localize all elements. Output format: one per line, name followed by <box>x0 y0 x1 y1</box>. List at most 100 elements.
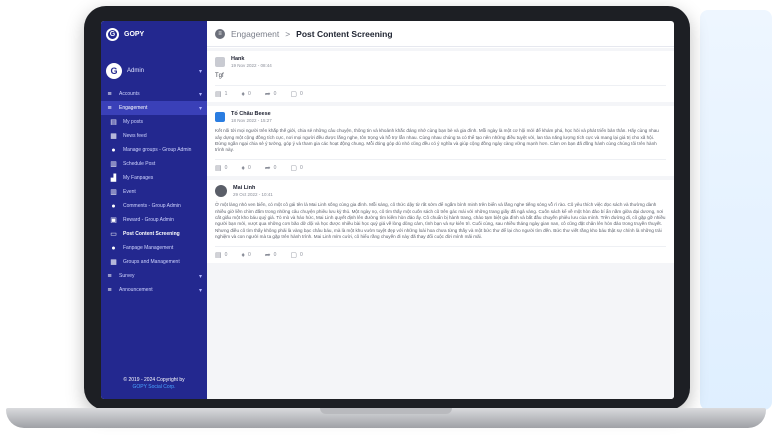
app-screen: G GOPY G Admin ▾ ≡ Accounts ▾ ≡ Engagement ▾ ▤… <box>101 21 674 399</box>
share-count: 0 <box>273 165 277 172</box>
user-menu[interactable]: G Admin ▾ <box>101 47 207 87</box>
list-icon: ≡ <box>107 272 112 280</box>
thumbs-up-icon: ♦ <box>241 251 245 259</box>
post-author[interactable]: Tố Châu Beese <box>231 111 272 117</box>
like-button[interactable]: ♦ 0 <box>241 90 250 98</box>
sidebar-item-12[interactable]: ▦ Groups and Management <box>101 255 207 269</box>
sidebar-item-14[interactable]: ≡ Announcement ▾ <box>101 283 207 297</box>
share-count: 0 <box>273 252 277 259</box>
sidebar-item-6[interactable]: ▟ My Fanpages <box>101 171 207 185</box>
post-actions: ▤ 1 ♦ 0 ➦ 0 ▢ 0 <box>215 85 666 98</box>
grid-icon: ▦ <box>110 259 117 266</box>
gift-icon: ▣ <box>110 217 117 224</box>
post-date: 18 Nov 2022 - 15:27 <box>231 118 272 124</box>
app-name: GOPY <box>124 30 145 38</box>
sidebar-item-label: Engagement <box>119 105 148 111</box>
comment-count: 1 <box>224 91 228 98</box>
sidebar-item-label: News feed <box>123 133 147 139</box>
brand[interactable]: G GOPY <box>101 21 207 47</box>
sidebar-item-label: Schedule Post <box>123 161 156 167</box>
share-icon: ➦ <box>264 165 271 173</box>
view-button[interactable]: ▢ 0 <box>290 90 302 98</box>
chart-icon: ▟ <box>110 175 117 182</box>
view-icon: ▢ <box>290 91 298 99</box>
post-card: Hank 19 Nov 2022 - 08:44 Tgf ▤ 1 ♦ 0 ➦ 0 ▢ 0 <box>207 51 674 103</box>
like-count: 0 <box>247 91 251 98</box>
like-button[interactable]: ♦ 0 <box>241 251 250 259</box>
post-card: Tố Châu Beese 18 Nov 2022 - 15:27 Kết nối … <box>207 106 674 177</box>
sidebar-item-4[interactable]: ● Manage groups - Group Admin <box>101 143 207 157</box>
post-body: Tgf <box>215 73 224 79</box>
view-button[interactable]: ▢ 0 <box>290 251 302 259</box>
sidebar-item-11[interactable]: ● Fanpage Management <box>101 241 207 255</box>
sidebar-item-label: Fanpage Management <box>123 245 174 251</box>
logo-icon: G <box>106 27 119 41</box>
post-author[interactable]: Hank <box>231 56 272 62</box>
sidebar-item-9[interactable]: ▣ Reward - Group Admin <box>101 213 207 227</box>
like-count: 0 <box>247 165 251 172</box>
comment-button[interactable]: ▤ 0 <box>215 164 227 172</box>
sidebar-item-label: Reward - Group Admin <box>123 217 174 223</box>
post-meta: Tố Châu Beese 18 Nov 2022 - 15:27 <box>231 111 272 123</box>
sidebar-item-1[interactable]: ≡ Engagement ▾ <box>101 101 207 115</box>
sidebar-item-label: Announcement <box>119 287 153 293</box>
monitor-icon: ▭ <box>110 231 117 238</box>
sidebar-item-5[interactable]: ▥ Schedule Post <box>101 157 207 171</box>
sidebar-item-7[interactable]: ▥ Event <box>101 185 207 199</box>
share-button[interactable]: ➦ 0 <box>265 164 277 172</box>
like-count: 0 <box>247 252 251 259</box>
post-header: Mai Linh 29 Oct 2022 - 10:41 <box>215 185 666 198</box>
breadcrumb-separator: > <box>285 28 291 39</box>
breadcrumb-parent[interactable]: Engagement <box>231 29 279 39</box>
sidebar-item-label: My posts <box>123 119 144 125</box>
share-icon: ➦ <box>264 252 271 260</box>
comment-count: 0 <box>224 252 228 259</box>
avatar[interactable] <box>215 185 227 198</box>
avatar[interactable] <box>215 112 225 123</box>
post-meta: Hank 19 Nov 2022 - 08:44 <box>231 56 272 68</box>
share-button[interactable]: ➦ 0 <box>265 251 277 259</box>
chevron-down-icon: ▾ <box>198 287 202 294</box>
company-link[interactable]: GOPY Social Corp. <box>101 384 207 391</box>
laptop-notch <box>320 408 452 414</box>
view-count: 0 <box>300 165 303 172</box>
post-actions: ▤ 0 ♦ 0 ➦ 0 ▢ 0 <box>215 159 666 172</box>
sidebar-item-label: Survey <box>119 273 135 279</box>
comment-icon: ▤ <box>215 165 222 173</box>
view-button[interactable]: ▢ 0 <box>290 164 302 172</box>
calendar-icon: ▥ <box>110 161 117 168</box>
sidebar-item-label: My Fanpages <box>123 175 154 181</box>
sidebar-item-label: Post Content Screening <box>123 231 180 237</box>
sidebar-item-13[interactable]: ≡ Survey ▾ <box>101 269 207 283</box>
sidebar-item-0[interactable]: ≡ Accounts ▾ <box>101 87 207 101</box>
thumbs-up-icon: ♦ <box>241 90 245 98</box>
comment-icon: ▤ <box>215 252 222 260</box>
post-author[interactable]: Mai Linh <box>233 185 273 191</box>
sidebar-item-8[interactable]: ● Comments - Group Admin <box>101 199 207 213</box>
sidebar-item-3[interactable]: ▦ News feed <box>101 129 207 143</box>
sidebar-item-2[interactable]: ▤ My posts <box>101 115 207 129</box>
trash-icon: ▤ <box>110 119 117 126</box>
users-icon: ● <box>111 146 116 154</box>
avatar[interactable] <box>215 57 225 67</box>
post-feed[interactable]: Hank 19 Nov 2022 - 08:44 Tgf ▤ 1 ♦ 0 ➦ 0 ▢ 0 Tố Châ… <box>207 48 674 399</box>
calendar-icon: ▥ <box>110 189 117 196</box>
menu-toggle-icon[interactable]: ≡ <box>215 28 225 39</box>
comment-button[interactable]: ▤ 1 <box>215 90 227 98</box>
post-header: Hank 19 Nov 2022 - 08:44 <box>215 56 666 68</box>
users-icon: ● <box>111 244 116 252</box>
copyright-text: © 2019 - 2024 Copyright by <box>123 377 185 383</box>
share-icon: ➦ <box>264 91 271 99</box>
share-button[interactable]: ➦ 0 <box>265 90 277 98</box>
chevron-down-icon: ▾ <box>198 105 202 112</box>
post-actions: ▤ 0 ♦ 0 ➦ 0 ▢ 0 <box>215 246 666 259</box>
page-title: Post Content Screening <box>296 28 393 39</box>
share-count: 0 <box>273 91 277 98</box>
chevron-down-icon: ▾ <box>198 68 202 75</box>
comment-button[interactable]: ▤ 0 <box>215 251 227 259</box>
comment-icon: ▤ <box>215 91 222 99</box>
list-icon: ≡ <box>107 104 112 112</box>
sidebar: G GOPY G Admin ▾ ≡ Accounts ▾ ≡ Engagement ▾ ▤… <box>101 21 207 399</box>
like-button[interactable]: ♦ 0 <box>241 164 250 172</box>
sidebar-item-10[interactable]: ▭ Post Content Screening <box>101 227 207 241</box>
